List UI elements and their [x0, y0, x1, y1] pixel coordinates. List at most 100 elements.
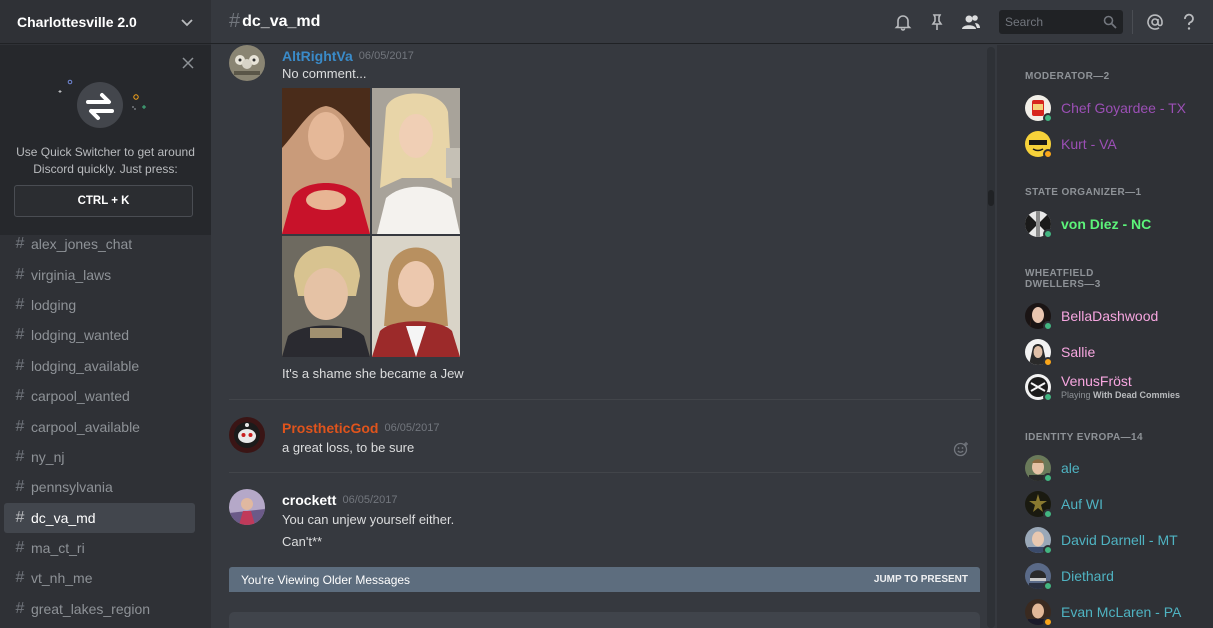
avatar[interactable]	[229, 45, 265, 81]
image-attachment[interactable]	[282, 88, 460, 357]
image-tile	[372, 88, 460, 234]
search-box[interactable]	[999, 10, 1123, 34]
image-tile	[282, 88, 370, 234]
image-tile	[282, 236, 370, 357]
channel-carpool-wanted[interactable]: # carpool_wanted	[4, 381, 195, 411]
channel-label: vt_nh_me	[31, 570, 93, 587]
hash-icon: #	[15, 569, 25, 587]
role-header: STATE ORGANIZER—1	[1025, 187, 1142, 198]
member-item[interactable]: Diethard	[1025, 561, 1205, 591]
server-name: Charlottesville 2.0	[17, 13, 137, 30]
channel-hash: #	[229, 10, 241, 32]
role-header: WHEATFIELD DWELLERS—3	[1025, 268, 1101, 290]
member-name: Sallie	[1061, 344, 1096, 360]
channel-title: dc_va_md	[242, 12, 321, 30]
server-header[interactable]: Charlottesville 2.0	[0, 0, 211, 44]
avatar	[1025, 95, 1053, 123]
message-scrollbar-track[interactable]	[987, 47, 995, 628]
channel-list: # alex_jones_chat # virginia_laws # lodging…	[0, 229, 211, 624]
member-item[interactable]: Chef Goyardee - TX	[1025, 93, 1205, 123]
author-name[interactable]: AltRightVa	[282, 48, 353, 64]
channel-dc-va-md[interactable]: # dc_va_md	[4, 502, 195, 533]
bell-icon[interactable]	[893, 12, 913, 32]
member-item[interactable]: von Diez - NC	[1025, 209, 1205, 239]
avatar	[1025, 455, 1053, 483]
channel-carpool-available[interactable]: # carpool_available	[4, 411, 195, 441]
member-name: VenusFröst	[1061, 373, 1132, 389]
member-activity: Playing With Dead Commies	[1061, 390, 1180, 400]
member-item[interactable]: Sallie	[1025, 337, 1205, 367]
activity-prefix: Playing	[1061, 390, 1091, 400]
members-icon[interactable]	[961, 12, 981, 32]
channel-label: ma_ct_ri	[31, 540, 85, 557]
message-composer[interactable]	[229, 612, 980, 628]
member-item[interactable]: David Darnell - MT	[1025, 525, 1205, 555]
author-name[interactable]: crockett	[282, 492, 336, 508]
avatar[interactable]	[229, 417, 265, 453]
quick-switcher-shortcut: CTRL + K	[14, 185, 193, 217]
channel-label: lodging_wanted	[31, 327, 130, 344]
author-name[interactable]: ProstheticGod	[282, 420, 378, 436]
message-body: AltRightVa 06/05/2017 No comment... It's…	[282, 45, 972, 385]
member-name: ale	[1061, 460, 1080, 476]
search-icon	[1103, 15, 1117, 29]
pin-icon[interactable]	[927, 12, 947, 32]
member-item[interactable]: Auf WI	[1025, 489, 1205, 519]
hash-icon: #	[15, 417, 25, 435]
member-name: David Darnell - MT	[1061, 532, 1178, 548]
status-online-icon	[1043, 113, 1053, 123]
channel-lodging-available[interactable]: # lodging_available	[4, 351, 195, 381]
avatar[interactable]	[229, 489, 265, 525]
channel-label: virginia_laws	[31, 266, 112, 283]
hash-icon: #	[15, 508, 25, 526]
member-item[interactable]: Kurt - VA	[1025, 129, 1205, 159]
channel-alex-jones-chat[interactable]: # alex_jones_chat	[4, 229, 195, 259]
channel-label: dc_va_md	[31, 509, 96, 526]
message-body: crockett 06/05/2017 You can unjew yourse…	[282, 489, 972, 553]
jump-to-present-button[interactable]: JUMP TO PRESENT	[874, 574, 968, 585]
channel-label: carpool_wanted	[31, 388, 130, 405]
channel-great-lakes-region[interactable]: # great_lakes_region	[4, 594, 195, 624]
status-online-icon	[1043, 229, 1053, 239]
avatar	[1025, 491, 1053, 519]
server-sidebar: Charlottesville 2.0 Use Quick Switcher t…	[0, 0, 211, 628]
chevron-down-icon	[181, 18, 193, 26]
add-reaction-icon[interactable]	[953, 441, 969, 457]
channel-label: alex_jones_chat	[31, 236, 133, 253]
member-item[interactable]: Evan McLaren - PA	[1025, 597, 1205, 627]
status-online-icon	[1043, 392, 1053, 402]
discord-app: Charlottesville 2.0 Use Quick Switcher t…	[0, 0, 1213, 628]
channel-vt-nh-me[interactable]: # vt_nh_me	[4, 563, 195, 593]
message-body: ProstheticGod 06/05/2017 a great loss, t…	[282, 417, 972, 459]
chat-header: # dc_va_md	[211, 0, 1213, 44]
member-name: von Diez - NC	[1061, 216, 1152, 232]
member-name: Diethard	[1061, 568, 1114, 584]
mention-icon[interactable]	[1145, 12, 1165, 32]
member-name: Kurt - VA	[1061, 136, 1117, 152]
member-item[interactable]: BellaDashwood	[1025, 301, 1205, 331]
message-text: Can't**	[282, 534, 323, 549]
channel-ma-ct-ri[interactable]: # ma_ct_ri	[4, 533, 195, 563]
header-toolbar	[893, 0, 1213, 44]
channel-label: great_lakes_region	[31, 600, 151, 617]
header-divider	[1132, 10, 1133, 34]
channel-virginia-laws[interactable]: # virginia_laws	[4, 259, 195, 289]
channel-lodging[interactable]: # lodging	[4, 290, 195, 320]
avatar	[1025, 599, 1053, 627]
channel-pennsylvania[interactable]: # pennsylvania	[4, 472, 195, 502]
close-icon[interactable]	[182, 57, 194, 69]
message-list: AltRightVa 06/05/2017 No comment... It's…	[211, 45, 985, 628]
channel-ny-nj[interactable]: # ny_nj	[4, 442, 195, 472]
channel-label: lodging_available	[31, 357, 140, 374]
hash-icon: #	[15, 326, 25, 344]
member-item[interactable]: ale	[1025, 453, 1205, 483]
avatar	[1025, 339, 1053, 367]
member-item[interactable]: VenusFröst Playing With Dead Commies	[1025, 372, 1205, 402]
hash-icon: #	[15, 539, 25, 557]
help-icon[interactable]	[1179, 12, 1199, 32]
hash-icon: #	[15, 235, 25, 253]
search-input[interactable]	[1005, 15, 1103, 29]
message-scrollbar-thumb[interactable]	[988, 190, 994, 206]
channel-lodging-wanted[interactable]: # lodging_wanted	[4, 320, 195, 350]
message-text: It's a shame she became a Jew	[282, 366, 464, 381]
